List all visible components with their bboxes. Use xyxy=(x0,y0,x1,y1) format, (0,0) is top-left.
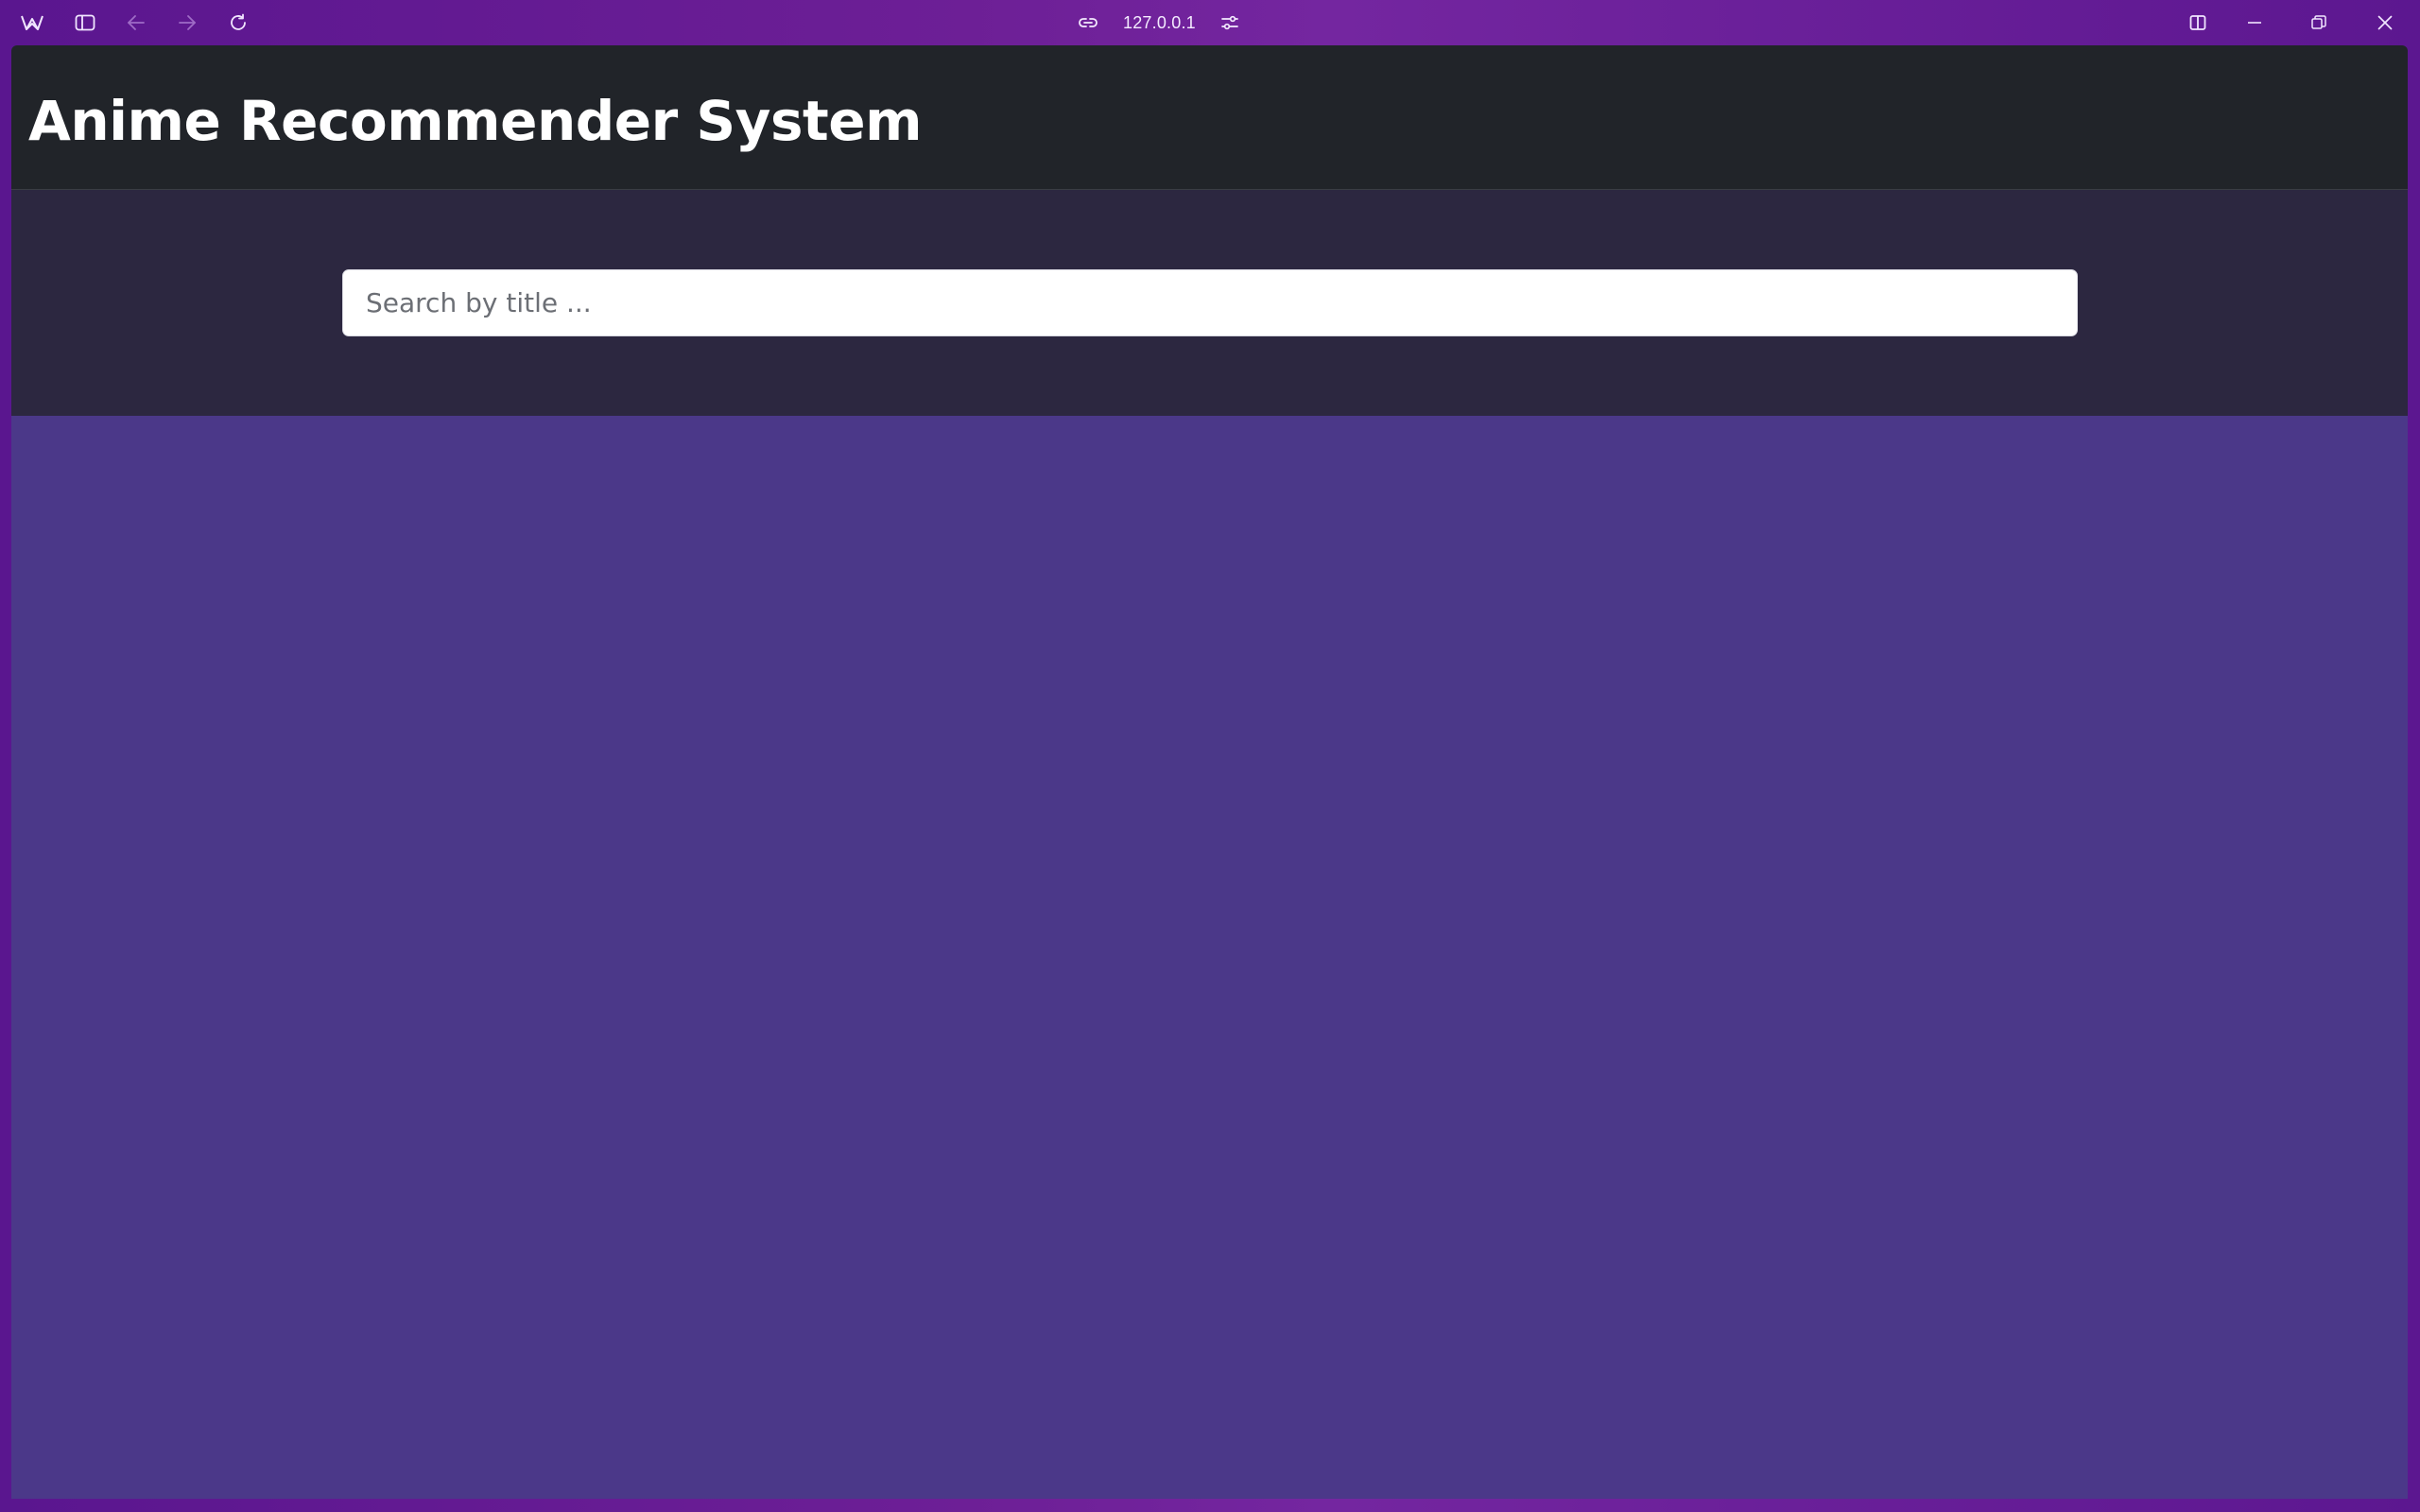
search-input[interactable] xyxy=(342,269,2078,336)
restore-icon[interactable] xyxy=(2303,0,2335,45)
search-section xyxy=(11,190,2408,416)
address-text[interactable]: 127.0.0.1 xyxy=(1123,13,1196,33)
page-title: Anime Recommender System xyxy=(28,89,923,153)
split-view-icon[interactable] xyxy=(2182,0,2214,45)
link-icon xyxy=(1078,16,1098,29)
sliders-icon[interactable] xyxy=(1220,14,1239,31)
browser-logo-icon[interactable] xyxy=(15,0,49,45)
address-bar[interactable]: 127.0.0.1 xyxy=(1078,0,1239,45)
sidebar-toggle-icon[interactable] xyxy=(68,0,102,45)
results-area xyxy=(11,416,2408,1499)
back-arrow-icon[interactable] xyxy=(119,0,153,45)
forward-arrow-icon[interactable] xyxy=(170,0,204,45)
close-icon[interactable] xyxy=(2369,0,2401,45)
browser-viewport: Anime Recommender System xyxy=(11,45,2408,1499)
browser-title-bar: 127.0.0.1 xyxy=(0,0,2420,45)
minimize-icon[interactable] xyxy=(2238,0,2271,45)
navbar: Anime Recommender System xyxy=(11,45,2408,190)
reload-icon[interactable] xyxy=(221,0,255,45)
